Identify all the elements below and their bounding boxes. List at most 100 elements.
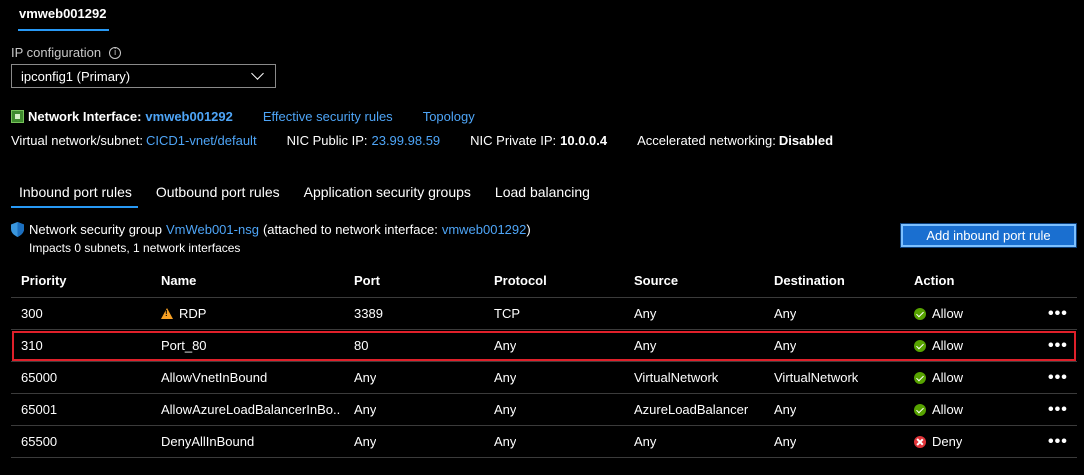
rule-action-cell: Deny — [914, 426, 962, 457]
rule-priority: 65001 — [21, 402, 58, 417]
more-options-icon[interactable]: ••• — [1048, 394, 1068, 425]
header-port[interactable]: Port — [354, 264, 380, 297]
tab-application-security-groups[interactable]: Application security groups — [304, 184, 471, 200]
rule-priority: 65000 — [21, 370, 58, 385]
rule-action: Allow — [932, 338, 964, 353]
allow-check-icon — [914, 307, 926, 320]
rule-protocol: TCP — [494, 306, 520, 321]
rule-port: Any — [354, 402, 377, 417]
rule-destination: Any — [774, 434, 797, 449]
rule-destination: Any — [774, 402, 797, 417]
rule-name-cell: RDP — [161, 298, 341, 329]
rule-protocol: Any — [494, 434, 517, 449]
network-interface-line: Network Interface: vmweb001292 Effective… — [11, 109, 475, 124]
ip-configuration-label: IP configuration i — [11, 45, 122, 60]
rule-source: Any — [634, 434, 657, 449]
rule-action: Allow — [932, 370, 964, 385]
more-options-icon[interactable]: ••• — [1048, 330, 1068, 361]
header-priority[interactable]: Priority — [21, 264, 67, 297]
more-options-icon[interactable]: ••• — [1048, 362, 1068, 393]
deny-x-icon — [914, 435, 926, 448]
allow-check-icon — [914, 339, 926, 352]
rule-action-cell: Allow — [914, 330, 963, 361]
network-interface-name: vmweb001292 — [145, 109, 233, 124]
private-ip-value: 10.0.0.4 — [560, 133, 608, 148]
nsg-attached-nic-link[interactable]: vmweb001292 — [442, 222, 527, 237]
tab-load-balancing[interactable]: Load balancing — [495, 184, 590, 200]
tab-inbound-port-rules[interactable]: Inbound port rules — [19, 184, 132, 200]
private-ip-label: NIC Private IP: — [470, 133, 557, 148]
inbound-rules-table: Priority Name Port Protocol Source Desti… — [11, 264, 1077, 458]
more-options-icon[interactable]: ••• — [1048, 298, 1068, 329]
rule-source: VirtualNetwork — [634, 370, 719, 385]
header-destination[interactable]: Destination — [774, 264, 845, 297]
rule-name: AllowAzureLoadBalancerInBo... — [161, 402, 341, 417]
rule-port: Any — [354, 370, 377, 385]
topology-link[interactable]: Topology — [423, 109, 475, 124]
table-row[interactable]: 300 RDP 3389 TCP Any Any Allow ••• — [11, 298, 1077, 330]
rule-source: Any — [634, 306, 657, 321]
rule-protocol: Any — [494, 370, 517, 385]
rule-protocol: Any — [494, 338, 517, 353]
rule-action: Allow — [932, 306, 964, 321]
shield-icon — [11, 222, 24, 237]
ip-configuration-selected: ipconfig1 (Primary) — [21, 68, 131, 84]
effective-security-rules-link[interactable]: Effective security rules — [263, 109, 393, 124]
public-ip-link[interactable]: 23.99.98.59 — [371, 133, 440, 148]
header-protocol[interactable]: Protocol — [494, 264, 547, 297]
rule-priority: 65500 — [21, 434, 58, 449]
active-tab-underline — [18, 29, 109, 31]
rule-destination: VirtualNetwork — [774, 370, 859, 385]
rule-protocol: Any — [494, 402, 517, 417]
allow-check-icon — [914, 371, 926, 384]
nsg-prefix: Network security group — [29, 222, 162, 237]
active-subtab-underline — [11, 206, 138, 208]
rules-tabs: Inbound port rules Outbound port rules A… — [19, 184, 614, 200]
tab-outbound-port-rules[interactable]: Outbound port rules — [156, 184, 280, 200]
network-interface-label: Network Interface: — [28, 109, 142, 124]
nic-details-line: Virtual network/subnet: CICD1-vnet/defau… — [11, 133, 833, 148]
rule-port: Any — [354, 434, 377, 449]
table-row[interactable]: 65001 AllowAzureLoadBalancerInBo... Any … — [11, 394, 1077, 426]
more-options-icon[interactable]: ••• — [1048, 426, 1068, 457]
nsg-impacts-text: Impacts 0 subnets, 1 network interfaces — [29, 241, 241, 255]
header-name[interactable]: Name — [161, 264, 341, 297]
table-row[interactable]: 65000 AllowVnetInBound Any Any VirtualNe… — [11, 362, 1077, 394]
nsg-link[interactable]: VmWeb001-nsg — [166, 222, 259, 237]
ip-configuration-label-text: IP configuration — [11, 45, 102, 60]
warning-icon — [161, 308, 173, 319]
rule-action: Deny — [932, 434, 963, 449]
rule-name: Port_80 — [161, 338, 207, 353]
nsg-attached-prefix: (attached to network interface: — [262, 222, 438, 237]
rule-action-cell: Allow — [914, 394, 963, 425]
table-row[interactable]: 65500 DenyAllInBound Any Any Any Any Den… — [11, 426, 1077, 458]
rule-priority: 310 — [21, 338, 43, 353]
rule-source: AzureLoadBalancer — [634, 402, 749, 417]
ip-configuration-dropdown[interactable]: ipconfig1 (Primary) — [11, 64, 276, 88]
table-header-row: Priority Name Port Protocol Source Desti… — [11, 264, 1077, 298]
rule-name: DenyAllInBound — [161, 434, 255, 449]
rule-port: 3389 — [354, 306, 383, 321]
network-interface-icon — [11, 110, 24, 123]
rule-port: 80 — [354, 338, 369, 353]
header-source[interactable]: Source — [634, 264, 769, 297]
rule-action-cell: Allow — [914, 298, 963, 329]
chevron-down-icon — [251, 67, 264, 80]
rule-name: RDP — [179, 306, 207, 321]
rule-priority: 300 — [21, 306, 43, 321]
header-action[interactable]: Action — [914, 264, 954, 297]
rule-source: Any — [634, 338, 657, 353]
rule-destination: Any — [774, 306, 797, 321]
subnet-link[interactable]: CICD1-vnet/default — [146, 133, 257, 148]
public-ip-label: NIC Public IP: — [286, 133, 368, 148]
rule-action: Allow — [932, 402, 964, 417]
accelerated-networking-value: Disabled — [778, 133, 834, 148]
subnet-label: Virtual network/subnet: — [11, 133, 143, 148]
allow-check-icon — [914, 403, 926, 416]
table-row-highlighted[interactable]: 310 Port_80 80 Any Any Any Allow ••• — [11, 330, 1077, 362]
rule-action-cell: Allow — [914, 362, 963, 393]
add-inbound-port-rule-button[interactable]: Add inbound port rule — [900, 223, 1077, 248]
rule-destination: Any — [774, 338, 797, 353]
info-icon[interactable]: i — [109, 46, 122, 59]
tab-vmweb001292[interactable]: vmweb001292 — [19, 6, 106, 21]
